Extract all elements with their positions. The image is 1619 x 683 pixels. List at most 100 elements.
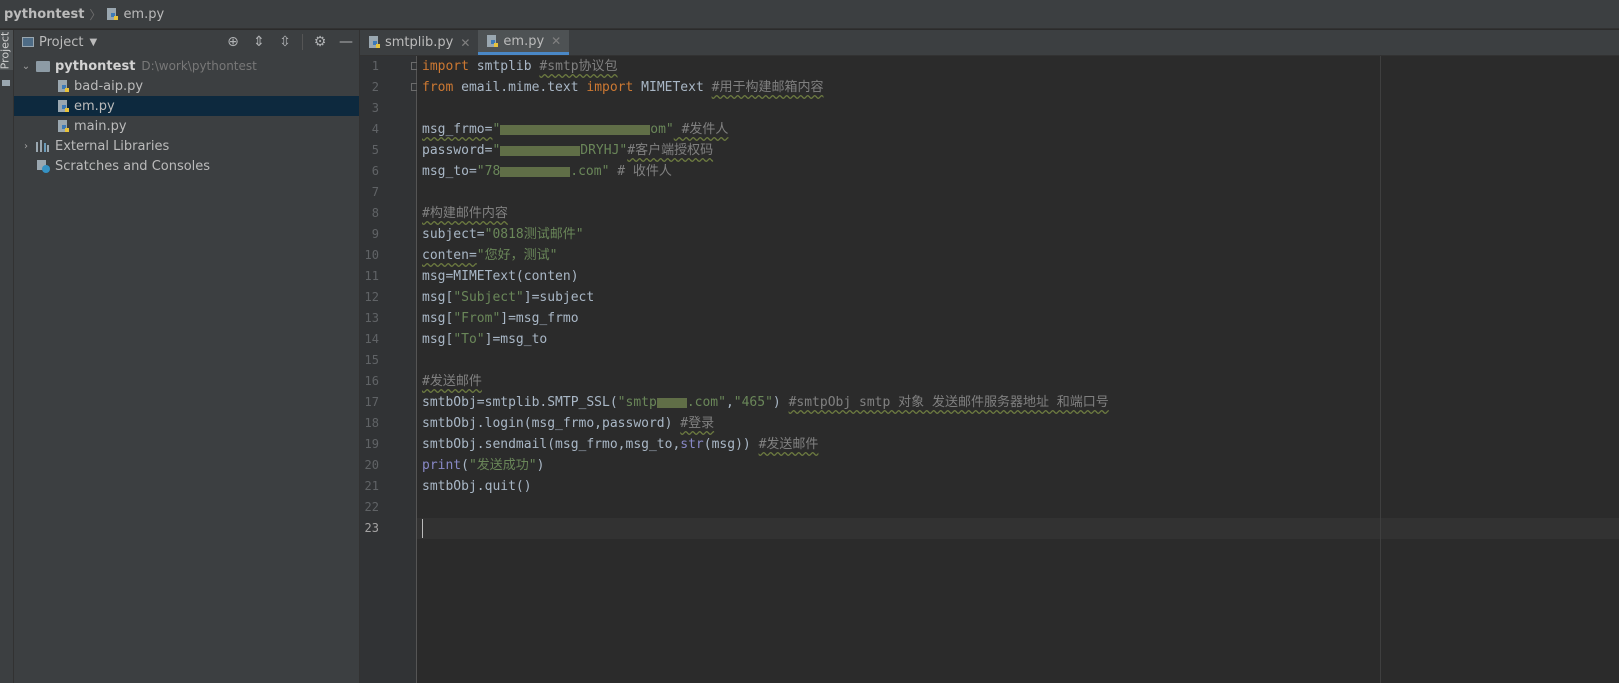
folder-icon[interactable] [2,80,10,86]
project-panel-header: Project ▼ ⊕ ⇕ ⇳ ⚙ — [14,30,359,54]
python-file-icon [57,119,70,133]
code-line-12: msg["Subject"]=subject [422,290,595,305]
code-line-11: msg=MIMEText(conten) [422,269,579,284]
code-line-6: msg_to="78 .com" # 收件人 [422,164,672,179]
code-line-14: msg["To"]=msg_to [422,332,548,347]
code-line-21: smtbObj.quit() [422,479,532,494]
breadcrumb-file-label: em.py [123,6,165,22]
project-tool-tab-label: Project [0,31,12,70]
code-line-10: conten="您好，测试" [422,248,558,263]
library-icon [36,140,50,152]
line-number: 19 [364,437,379,451]
text-cursor [422,519,423,538]
line-number: 21 [364,479,379,493]
editor-tab-bar: smtplib.py ✕ em.py ✕ [360,30,1619,56]
line-number: 3 [371,101,379,115]
folder-icon [36,60,50,72]
project-panel-toolbar: ⊕ ⇕ ⇳ ⚙ — [220,30,359,54]
code-line-13: msg["From"]=msg_frmo [422,311,579,326]
python-file-icon [368,36,381,49]
redacted-text [656,397,687,408]
line-number: 9 [371,227,379,241]
python-file-icon [57,79,70,93]
code-line-17: smtbObj=smtplib.SMTP_SSL("smtp .com","465… [422,395,1109,410]
hide-icon[interactable]: — [333,34,359,50]
redacted-text [500,166,571,177]
right-margin-guide [1380,56,1381,683]
code-line-19: smtbObj.sendmail(msg_frmo,msg_to,str(msg… [422,437,819,452]
python-file-icon [57,99,70,113]
chevron-down-icon[interactable]: ⌄ [20,61,32,72]
toolbar-divider [302,34,303,50]
tree-file-label: em.py [74,98,115,114]
tree-root[interactable]: ⌄ pythontest D:\work\pythontest [14,56,359,76]
tab-label: smtplib.py [385,35,454,50]
code-editor[interactable]: import smtplib #smtp协议包 from email.mime.… [417,56,1619,683]
tab-smtplib[interactable]: smtplib.py ✕ [360,30,478,55]
code-line-16: #发送邮件 [422,374,482,389]
line-number: 15 [364,353,379,367]
line-number: 20 [364,458,379,472]
project-panel-title[interactable]: Project [39,35,83,50]
line-number: 5 [371,143,379,157]
line-number: 14 [364,332,379,346]
line-number: 2 [371,80,379,94]
collapse-all-icon[interactable]: ⇳ [272,34,298,50]
line-number: 6 [371,164,379,178]
line-number: 13 [364,311,379,325]
tab-label: em.py [503,33,545,49]
breadcrumb-project[interactable]: pythontest [4,7,84,22]
tab-em[interactable]: em.py ✕ [478,30,570,55]
navigation-bar: pythontest 〉 em.py [0,0,1619,29]
close-icon[interactable]: ✕ [460,36,470,50]
code-line-9: subject="0818测试邮件" [422,227,584,242]
root-folder-label: pythontest [55,58,136,74]
breadcrumb-file[interactable]: em.py [106,7,164,22]
code-line-2: from email.mime.text import MIMEText #用于… [422,80,824,95]
line-number: 11 [364,269,379,283]
tree-external-libraries[interactable]: › External Libraries [14,136,359,156]
current-line-highlight [417,518,1619,539]
line-number: 1 [371,59,379,73]
code-line-4: msg_frmo=" om" #发件人 [422,122,729,137]
line-number: 23 [364,521,379,535]
line-number: 17 [364,395,379,409]
root-folder-path: D:\work\pythontest [141,59,257,73]
scratches-label: Scratches and Consoles [55,158,211,174]
code-line-5: password=" DRYHJ"#客户端授权码 [422,143,714,158]
expand-all-icon[interactable]: ⇕ [246,34,272,50]
line-number: 10 [364,248,379,262]
external-libraries-label: External Libraries [55,138,170,154]
python-file-icon [106,7,119,21]
editor-gutter[interactable]: 1 2 3 4 5 6 7 8 9 10 11 12 13 14 15 16 1… [360,56,419,683]
tree-file-main[interactable]: main.py [14,116,359,136]
chevron-down-icon[interactable]: ▼ [89,37,97,48]
locate-icon[interactable]: ⊕ [220,34,246,50]
gear-icon[interactable]: ⚙ [307,34,333,50]
python-file-icon [486,34,499,48]
project-tool-tab[interactable]: Project [0,30,13,70]
line-number: 7 [371,185,379,199]
tree-file-label: bad-aip.py [74,78,144,94]
line-number: 12 [364,290,379,304]
line-number: 16 [364,374,379,388]
tool-window-strip: Project [0,30,14,683]
code-line-20: print("发送成功") [422,458,545,473]
redacted-text [500,145,581,156]
project-tree: ⌄ pythontest D:\work\pythontest bad-aip.… [14,56,359,176]
code-line-1: import smtplib #smtp协议包 [422,59,618,74]
tree-file-em[interactable]: em.py [14,96,359,116]
project-view-icon [22,37,34,47]
breadcrumb-separator-icon: 〉 [89,7,102,22]
chevron-right-icon[interactable]: › [20,141,32,152]
tree-file-bad-aip[interactable]: bad-aip.py [14,76,359,96]
tree-file-label: main.py [74,118,127,134]
code-line-18: smtbObj.login(msg_frmo,password) #登录 [422,416,715,431]
redacted-text [500,124,651,135]
line-number: 4 [371,122,379,136]
code-line-8: #构建邮件内容 [422,206,508,221]
line-number: 18 [364,416,379,430]
line-number: 22 [364,500,379,514]
tree-scratches[interactable]: Scratches and Consoles [14,156,359,176]
close-icon[interactable]: ✕ [551,34,561,48]
